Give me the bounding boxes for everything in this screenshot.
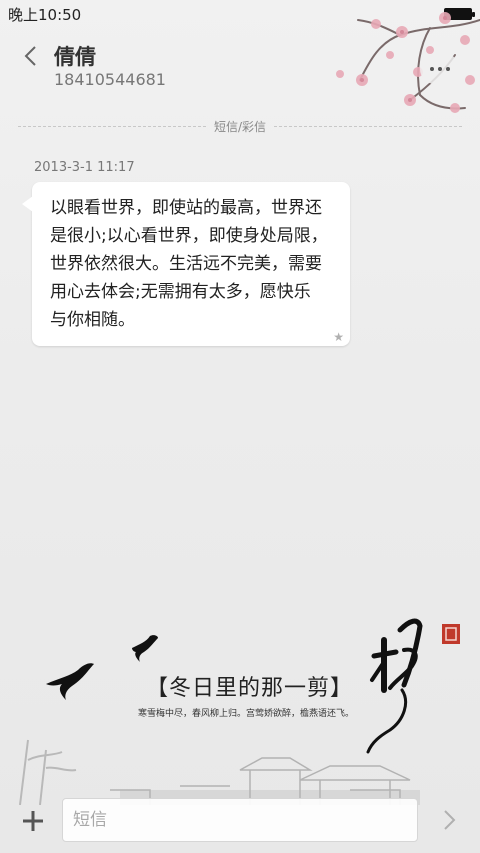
- status-time: 晚上10:50: [8, 5, 82, 24]
- back-button[interactable]: [16, 42, 44, 70]
- chevron-right-icon: [444, 810, 456, 830]
- message-type-label: 短信/彩信: [213, 119, 267, 134]
- conversation-header: 倩倩 18410544681: [0, 36, 480, 116]
- contact-number[interactable]: 18410544681: [54, 70, 166, 89]
- contact-name: 倩倩: [54, 45, 96, 69]
- more-dots-icon: [430, 67, 434, 71]
- message-text: 以眼看世界，即使站的最高，世界还 是很小;以心看世界，即使身处局限， 世界依然很…: [50, 198, 328, 330]
- theme-title: 【冬日里的那一剪】: [146, 676, 354, 701]
- attach-button[interactable]: [20, 808, 46, 834]
- theme-poem: 寒雪梅中尽，春风柳上归。宫莺娇欲醉，檐燕语还飞。: [138, 709, 355, 719]
- send-button[interactable]: [436, 806, 464, 834]
- more-options-button[interactable]: [420, 54, 460, 84]
- star-icon[interactable]: ★: [333, 330, 344, 344]
- message-input[interactable]: [62, 798, 418, 842]
- received-message-bubble[interactable]: 以眼看世界，即使站的最高，世界还 是很小;以心看世界，即使身处局限， 世界依然很…: [22, 182, 350, 346]
- message-type-divider: 短信/彩信: [18, 118, 463, 134]
- message-timestamp: 2013-3-1 11:17: [34, 160, 135, 175]
- message-composer: [0, 790, 480, 853]
- chevron-left-icon: [24, 46, 36, 66]
- plus-icon: [23, 811, 43, 831]
